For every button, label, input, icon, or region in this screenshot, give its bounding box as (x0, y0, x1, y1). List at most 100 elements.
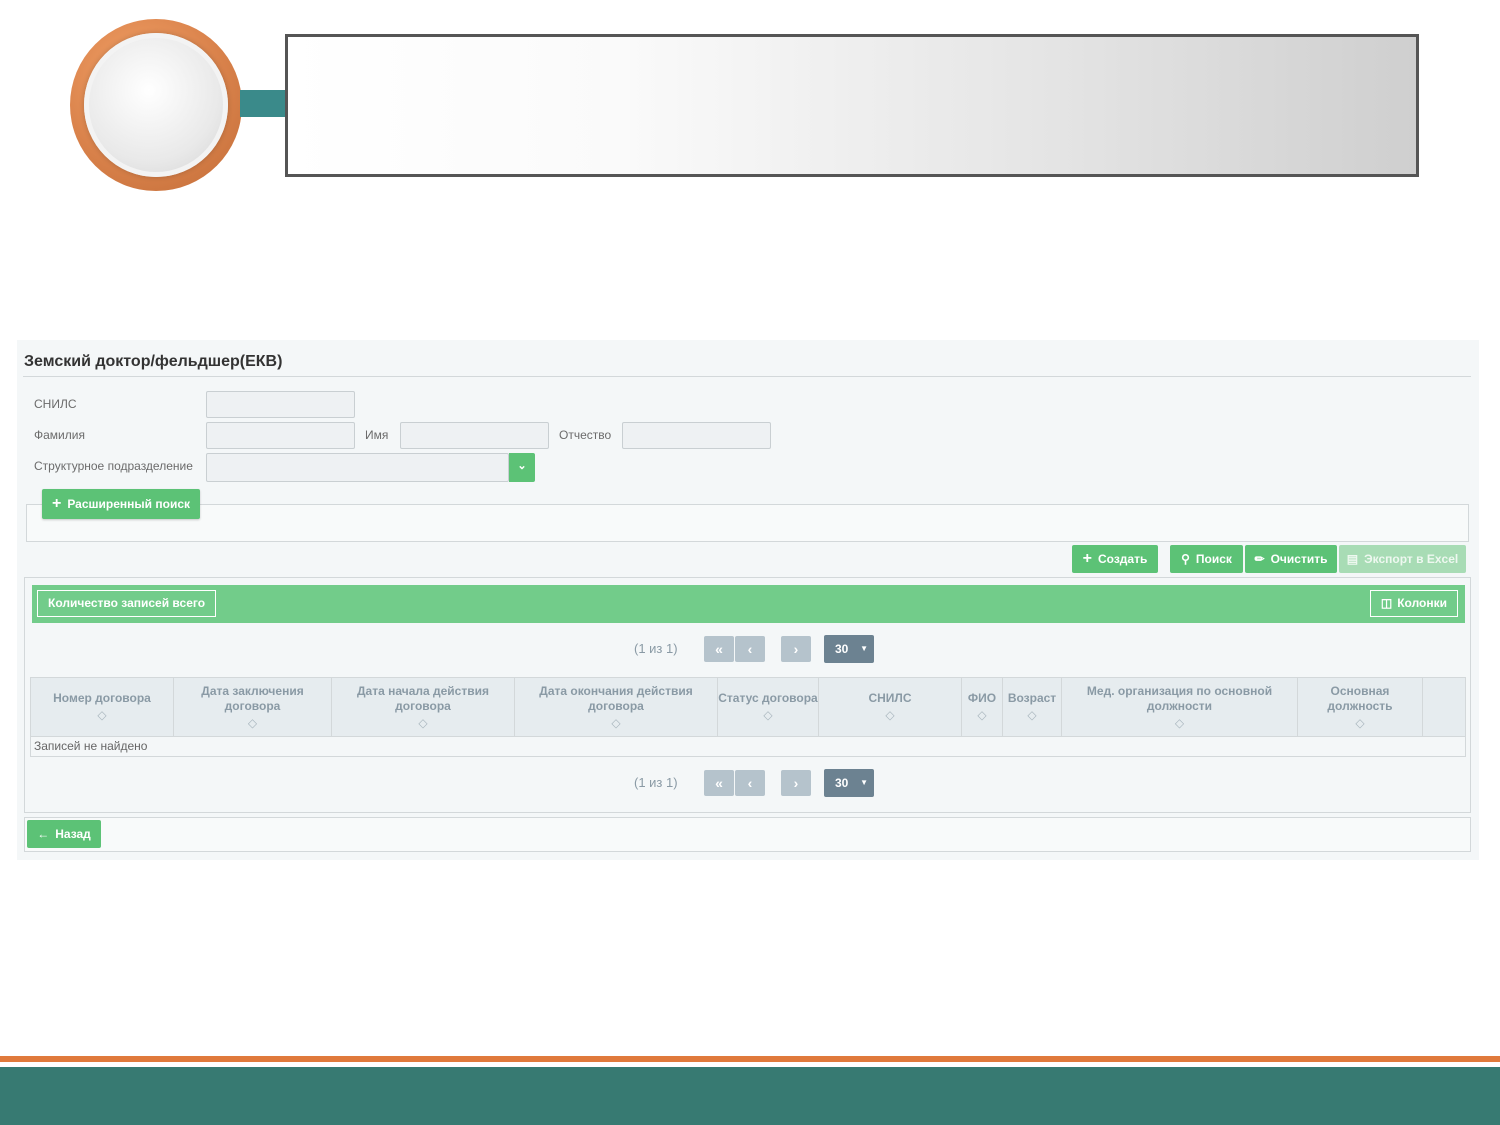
snils-label: СНИЛС (34, 397, 77, 411)
column-header-label: Возраст (1007, 691, 1057, 705)
column-header[interactable]: Возраст ◇ (1003, 678, 1062, 736)
patronymic-label: Отчество (559, 428, 612, 442)
sort-icon[interactable]: ◇ (1175, 716, 1184, 731)
first-page-button[interactable]: « (704, 770, 734, 796)
sort-icon[interactable]: ◇ (418, 716, 427, 731)
caret-down-icon: ▼ (860, 644, 868, 653)
back-button[interactable]: ← Назад (27, 820, 101, 848)
eraser-icon: ✏ (1254, 552, 1265, 566)
export-excel-button[interactable]: ▤ Экспорт в Excel (1339, 545, 1466, 573)
prev-page-button[interactable]: ‹ (735, 636, 765, 662)
next-page-button[interactable]: › (781, 770, 811, 796)
column-header-label: Дата начала действия договора (357, 683, 489, 713)
app-panel: Земский доктор/фельдшер(ЕКВ) СНИЛС Фамил… (17, 340, 1479, 860)
column-header[interactable]: Номер договора ◇ (31, 678, 174, 736)
pager-top: (1 из 1) « ‹ › 30 ▼ (25, 635, 1472, 664)
sort-icon[interactable]: ◇ (1355, 716, 1364, 731)
snils-input[interactable] (206, 391, 355, 418)
search-icon: ⚲ (1181, 552, 1190, 566)
clear-label: Очистить (1270, 552, 1328, 566)
sort-icon[interactable]: ◇ (97, 708, 106, 723)
columns-icon: ◫ (1380, 596, 1393, 610)
plus-icon: + (51, 495, 62, 512)
record-count-button[interactable]: Количество записей всего (37, 590, 217, 617)
firstname-label: Имя (365, 428, 389, 442)
column-header[interactable]: Дата начала действия договора ◇ (332, 678, 515, 736)
results-grid: Количество записей всего ◫ Колонки (1 из… (24, 577, 1471, 813)
column-header-label: Номер договора (53, 691, 151, 705)
slide-decor-circle-inner (84, 33, 228, 177)
column-header-label: Мед. организация по основной должности (1086, 683, 1273, 713)
column-header[interactable]: ФИО ◇ (962, 678, 1003, 736)
column-header-label: СНИЛС (868, 691, 912, 705)
first-page-button[interactable]: « (704, 636, 734, 662)
sort-icon[interactable]: ◇ (977, 708, 986, 723)
double-chevron-left-icon: « (715, 641, 723, 657)
arrow-left-icon: ← (37, 827, 50, 841)
column-header[interactable]: Основная должность ◇ (1298, 678, 1423, 736)
page-size-value: 30 (835, 776, 849, 790)
sort-icon[interactable]: ◇ (763, 708, 772, 723)
empty-results-row: Записей не найдено (30, 737, 1466, 757)
sort-icon[interactable]: ◇ (885, 708, 894, 723)
create-label: Создать (1097, 552, 1148, 566)
page-title: Земский доктор/фельдшер(ЕКВ) (24, 353, 283, 370)
department-dropdown-button[interactable]: ⌄ (509, 453, 535, 482)
column-header-label: ФИО (967, 691, 997, 705)
title-divider (23, 376, 1471, 377)
slide-orange-line (0, 1056, 1500, 1062)
double-chevron-left-icon: « (715, 775, 723, 791)
next-page-button[interactable]: › (781, 636, 811, 662)
advanced-search-box (26, 504, 1469, 542)
department-select[interactable] (206, 453, 509, 482)
search-button[interactable]: ⚲ Поиск (1170, 545, 1243, 573)
page-size-select[interactable]: 30 ▼ (824, 635, 874, 663)
table-header-row: Номер договора ◇ Дата заключения договора… (30, 677, 1466, 737)
column-header-spacer (1423, 678, 1465, 736)
chevron-left-icon: ‹ (747, 641, 753, 657)
advanced-search-button[interactable]: + Расширенный поиск (42, 489, 200, 519)
prev-page-button[interactable]: ‹ (735, 770, 765, 796)
plus-icon: + (1082, 550, 1092, 567)
column-header-label: Статус договора (718, 691, 818, 705)
clear-button[interactable]: ✏ Очистить (1245, 545, 1337, 573)
sort-icon[interactable]: ◇ (248, 716, 257, 731)
column-header[interactable]: Мед. организация по основной должности ◇ (1062, 678, 1298, 736)
column-header-label: Основная должность (1327, 683, 1393, 713)
chevron-right-icon: › (793, 641, 799, 657)
back-label: Назад (55, 827, 91, 841)
lastname-input[interactable] (206, 422, 355, 449)
chevron-right-icon: › (793, 775, 799, 791)
back-bar: ← Назад (24, 817, 1471, 852)
column-header-label: Дата окончания действия договора (539, 683, 693, 713)
patronymic-input[interactable] (622, 422, 771, 449)
slide-decor-connector (240, 90, 288, 117)
chevron-left-icon: ‹ (747, 775, 753, 791)
column-header[interactable]: Дата заключения договора ◇ (174, 678, 332, 736)
columns-label: Колонки (1397, 596, 1447, 610)
columns-button[interactable]: ◫ Колонки (1369, 590, 1458, 617)
chevron-down-icon: ⌄ (517, 460, 527, 472)
pager-bottom: (1 из 1) « ‹ › 30 ▼ (25, 769, 1472, 798)
advanced-search-label: Расширенный поиск (67, 497, 190, 511)
firstname-input[interactable] (400, 422, 549, 449)
column-header[interactable]: СНИЛС ◇ (819, 678, 962, 736)
pager-info: (1 из 1) (634, 641, 678, 656)
column-header[interactable]: Статус договора ◇ (718, 678, 819, 736)
column-header[interactable]: Дата окончания действия договора ◇ (515, 678, 718, 736)
sort-icon[interactable]: ◇ (611, 716, 620, 731)
column-header-label: Дата заключения договора (201, 683, 304, 713)
pager-info: (1 из 1) (634, 775, 678, 790)
create-button[interactable]: + Создать (1072, 545, 1158, 573)
file-excel-icon: ▤ (1346, 552, 1359, 566)
slide-title-box (285, 34, 1419, 177)
caret-down-icon: ▼ (860, 778, 868, 787)
department-label: Структурное подразделение (34, 459, 193, 473)
lastname-label: Фамилия (34, 428, 85, 442)
search-label: Поиск (1195, 552, 1232, 566)
sort-icon[interactable]: ◇ (1027, 708, 1036, 723)
grid-header-bar: Количество записей всего ◫ Колонки (32, 585, 1465, 623)
export-label: Экспорт в Excel (1364, 552, 1459, 566)
slide-footer-band (0, 1067, 1500, 1125)
page-size-select[interactable]: 30 ▼ (824, 769, 874, 797)
